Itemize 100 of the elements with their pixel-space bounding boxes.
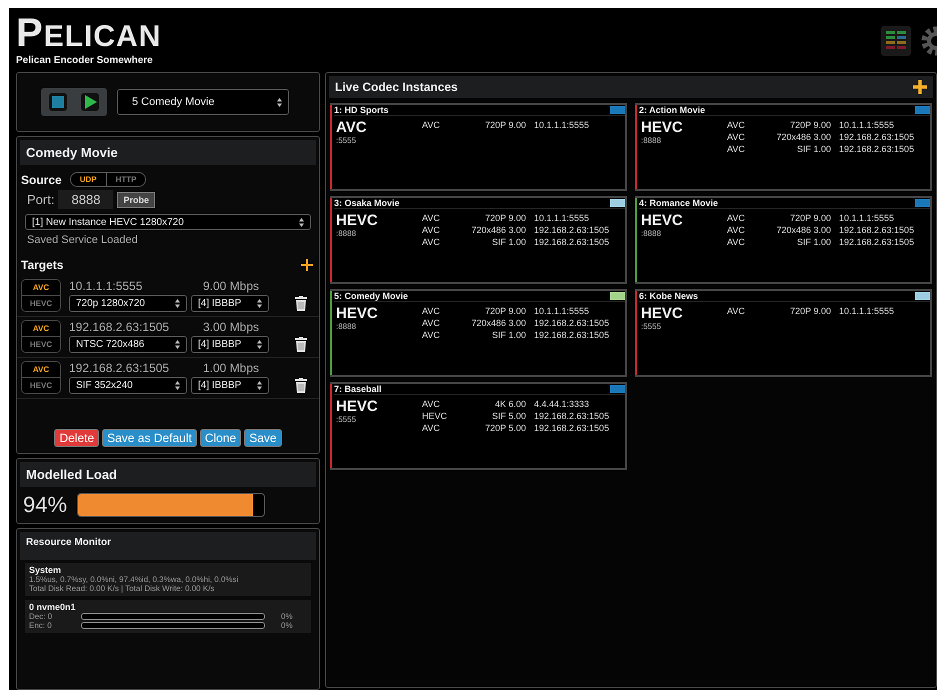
gop-select[interactable]: [4] IBBBP (191, 336, 269, 353)
stream-profile: 720P 5.00 (484, 422, 526, 434)
disk-stats: Total Disk Read: 0.00 K/s | Total Disk Write: 0.00 K/s (29, 584, 216, 593)
stream-address: 192.168.2.63:1505 (534, 422, 610, 434)
target-address: 192.168.2.63:1505 (69, 320, 170, 334)
stream-profile: 720P 9.00 (789, 305, 831, 317)
grid-icon[interactable] (881, 26, 911, 56)
stream-profile: SIF 1.00 (796, 143, 831, 155)
codec-toggle[interactable]: HEVC (22, 336, 60, 352)
source-toggle[interactable]: HTTP (106, 173, 146, 186)
instance-select[interactable]: 5 Comedy Movie (117, 89, 289, 115)
stream-address: 192.168.2.63:1505 (534, 329, 610, 341)
input-port: :8888 (336, 229, 358, 238)
stream-profile: 720x486 3.00 (775, 131, 831, 143)
input-port: :8888 (641, 136, 662, 145)
stream-codec: AVC (727, 212, 746, 224)
port-field[interactable]: 8888 (58, 190, 114, 209)
trash-icon[interactable] (295, 378, 307, 393)
gop-select[interactable]: [4] IBBBP (191, 295, 269, 312)
updown-arrows-icon (257, 340, 262, 349)
stream-codec: AVC (727, 236, 746, 248)
instance-card[interactable]: 4: Romance Movie HEVC :8888 AVC 720P 9.00 10.1.1.1:5555 AVC 720x486 3.00 192.168.2.63:1505 AVC SIF 1.00 192.168.2.63:1505 (635, 196, 932, 284)
add-icon[interactable] (913, 80, 927, 94)
meter-label: Enc: 0 (29, 621, 53, 630)
codec-toggle[interactable]: HEVC (22, 295, 60, 311)
stream-profile: 720x486 3.00 (470, 317, 526, 329)
action-button[interactable]: Clone (200, 429, 242, 447)
updown-arrows-icon (277, 98, 282, 106)
stream-profile: 720P 9.00 (789, 119, 831, 131)
stream-codec: AVC (422, 398, 441, 410)
codec-toggle[interactable]: AVC (22, 280, 60, 295)
service-select[interactable]: [1] New Instance HEVC 1280x720 (25, 214, 311, 230)
input-codec: HEVC (336, 398, 379, 415)
source-toggle[interactable]: UDP (70, 173, 106, 186)
panel-title: Comedy Movie (20, 140, 316, 165)
settings-icon[interactable] (921, 26, 937, 56)
stream-address: 192.168.2.63:1505 (534, 236, 610, 248)
add-icon[interactable] (301, 259, 313, 271)
instance-card[interactable]: 6: Kobe News HEVC :5555 AVC 720P 9.00 10.1.1.1:5555 (635, 289, 932, 377)
stream-profile: 720P 9.00 (484, 305, 526, 317)
load-reading: 94% (23, 492, 68, 518)
gop-select[interactable]: [4] IBBBP (191, 377, 269, 394)
probe-button[interactable]: Probe (117, 192, 155, 208)
panel-title: Live Codec Instances (335, 80, 458, 94)
instance-card[interactable]: 1: HD Sports AVC :5555 AVC 720P 9.00 10.1.1.1:5555 (330, 103, 627, 191)
device-name: 0 nvme0n1 (29, 602, 77, 612)
input-codec: HEVC (336, 305, 379, 322)
stream-profile: SIF 1.00 (796, 236, 831, 248)
stream-codec: AVC (422, 224, 441, 236)
codec-toggle[interactable]: HEVC (22, 377, 60, 393)
instance-card[interactable]: 3: Osaka Movie HEVC :8888 AVC 720P 9.00 10.1.1.1:5555 AVC 720x486 3.00 192.168.2.63:1505 AVC SIF 1.00 192.168.2.63:1505 (330, 196, 627, 284)
resolution-select[interactable]: NTSC 720x486 (69, 336, 187, 353)
instance-title: 1: HD Sports (334, 105, 389, 115)
instance-title: 5: Comedy Movie (334, 291, 408, 301)
action-button[interactable]: Save as Default (102, 429, 197, 447)
instance-title: 2: Action Movie (639, 105, 706, 115)
stream-profile: 720P 9.00 (789, 212, 831, 224)
resolution-select[interactable]: 720p 1280x720 (69, 295, 187, 312)
stream-codec: AVC (422, 329, 441, 341)
input-codec: HEVC (641, 305, 684, 322)
codec-toggle[interactable]: AVC (22, 321, 60, 336)
instance-card[interactable]: 2: Action Movie HEVC :8888 AVC 720P 9.00 10.1.1.1:5555 AVC 720x486 3.00 192.168.2.63:1505 AVC SIF 1.00 192.168.2.63:1505 (635, 103, 932, 191)
target-address: 10.1.1.1:5555 (69, 279, 144, 293)
instance-title: 4: Romance Movie (639, 198, 718, 208)
instance-card[interactable]: 7: Baseball HEVC :5555 AVC 4K 6.00 4.4.44.1:3333 HEVC SIF 5.00 192.168.2.63:1505 AVC 720P 5.00 192.168.2.63:1505 (330, 382, 627, 470)
trash-icon[interactable] (295, 337, 307, 352)
stream-codec: AVC (422, 212, 441, 224)
stream-address: 10.1.1.1:5555 (839, 305, 894, 317)
target-bitrate: 9.00 Mbps (203, 279, 260, 293)
stream-address: 10.1.1.1:5555 (839, 119, 894, 131)
stream-address: 10.1.1.1:5555 (534, 119, 590, 131)
resolution-select[interactable]: SIF 352x240 (69, 377, 187, 394)
input-codec: HEVC (641, 212, 684, 229)
updown-arrows-icon (299, 218, 304, 226)
input-codec: AVC (336, 119, 368, 136)
play-icon[interactable] (80, 92, 100, 112)
stream-codec: AVC (422, 119, 441, 131)
target-address: 192.168.2.63:1505 (69, 361, 170, 375)
instance-card[interactable]: 5: Comedy Movie HEVC :8888 AVC 720P 9.00 10.1.1.1:5555 AVC 720x486 3.00 192.168.2.63:1505 AVC SIF 1.00 192.168.2.63:1505 (330, 289, 627, 377)
stream-address: 192.168.2.63:1505 (839, 236, 914, 248)
stream-address: 192.168.2.63:1505 (839, 224, 914, 236)
updown-arrows-icon (175, 381, 180, 390)
panel-title: Resource Monitor (20, 532, 316, 560)
stream-profile: 720x486 3.00 (470, 224, 526, 236)
target-bitrate: 1.00 Mbps (203, 361, 260, 375)
meter-reading: 0% (281, 621, 293, 630)
codec-toggle[interactable]: AVC (22, 362, 60, 377)
status-text: Saved Service Loaded (26, 233, 139, 246)
stream-address: 192.168.2.63:1505 (534, 224, 610, 236)
trash-icon[interactable] (295, 296, 307, 311)
stream-address: 192.168.2.63:1505 (534, 410, 610, 422)
action-button[interactable]: Save (244, 429, 282, 447)
stream-profile: SIF 1.00 (490, 236, 526, 248)
stream-profile: 4K 6.00 (494, 398, 526, 410)
stream-profile: 720P 9.00 (484, 212, 526, 224)
stream-profile: 720P 9.00 (484, 119, 526, 131)
updown-arrows-icon (175, 299, 180, 308)
stop-icon[interactable] (48, 92, 68, 112)
input-port: :5555 (336, 415, 358, 424)
action-button[interactable]: Delete (54, 429, 100, 447)
